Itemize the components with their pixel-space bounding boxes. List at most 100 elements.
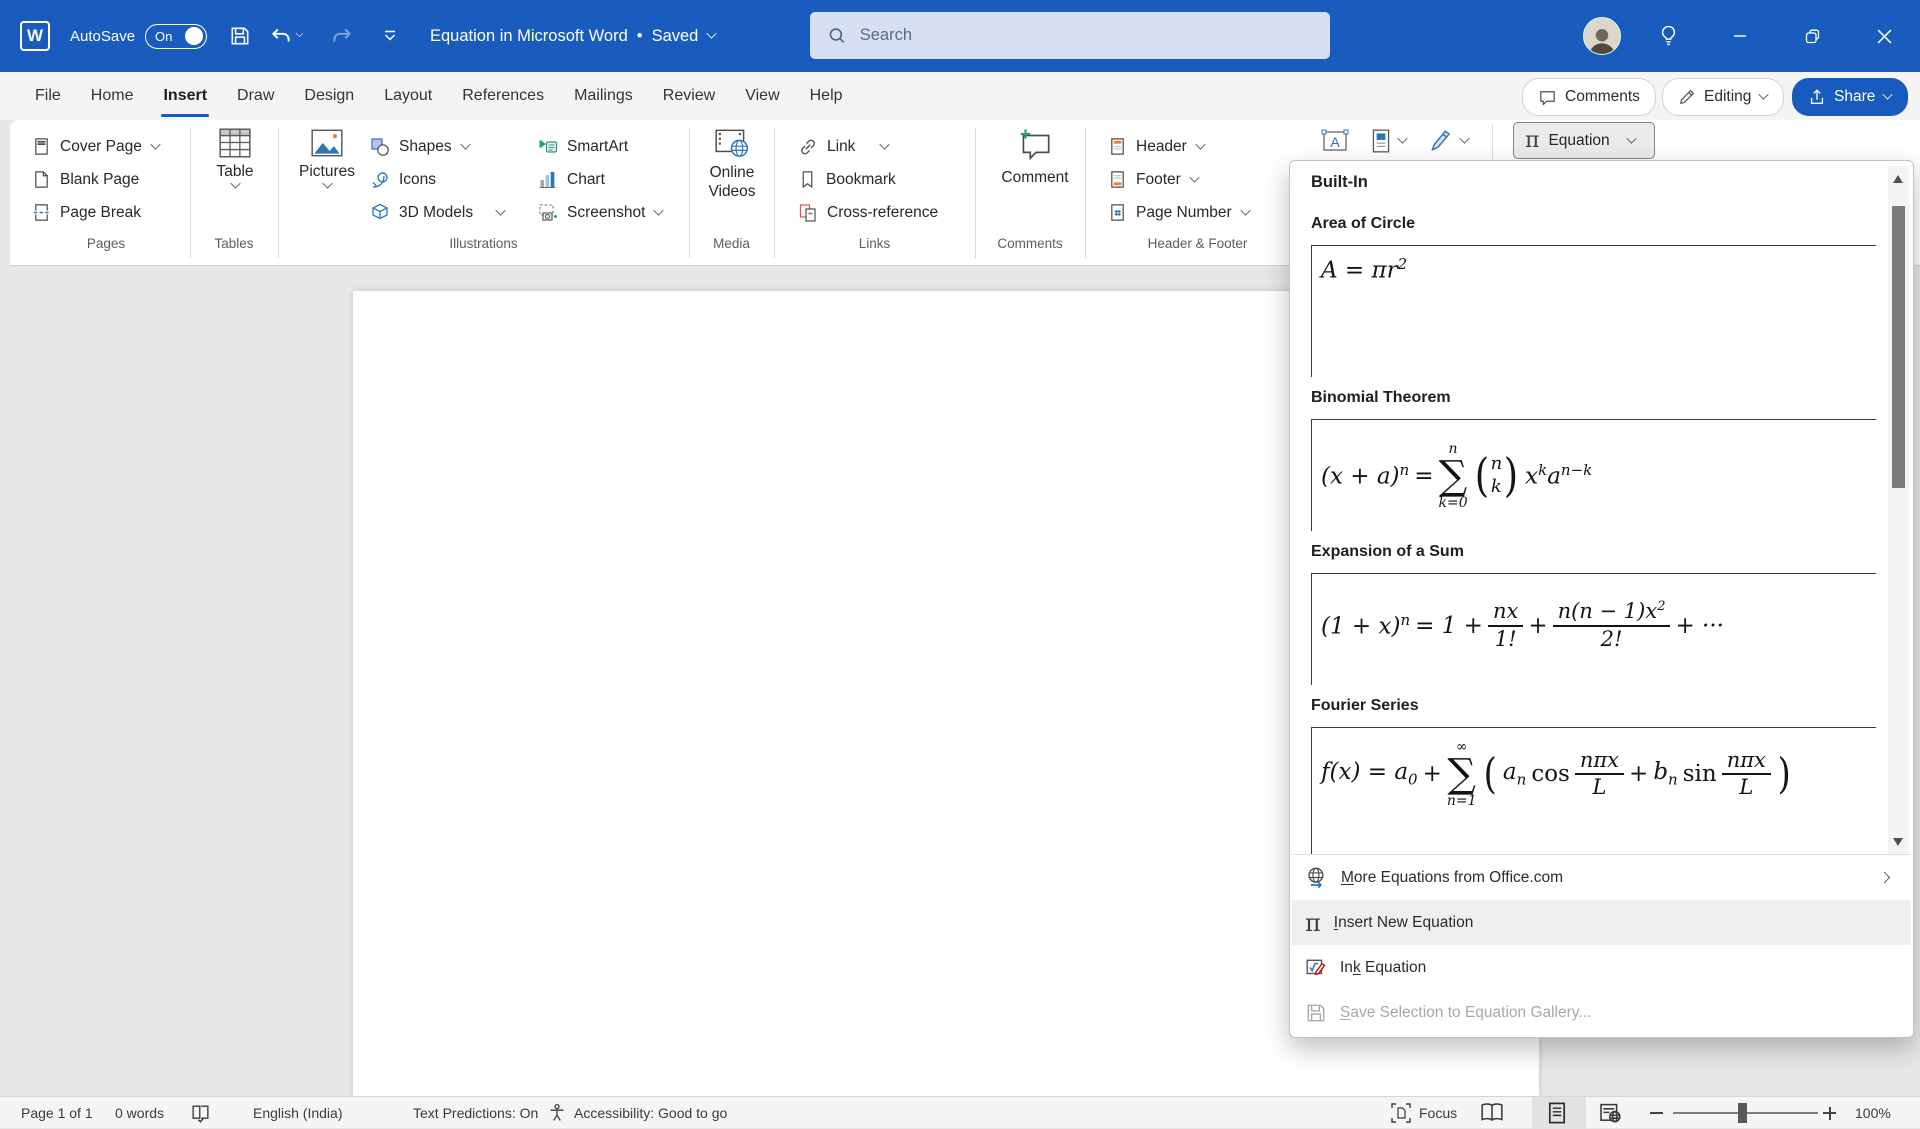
bookmark-button[interactable]: Bookmark	[798, 163, 896, 196]
group-label-tables: Tables	[190, 236, 278, 251]
redo-button	[322, 0, 362, 72]
screenshot-button[interactable]: Screenshot	[538, 196, 663, 229]
undo-button[interactable]	[262, 0, 310, 72]
text-predictions[interactable]: Text Predictions: On	[413, 1097, 538, 1129]
text-box-button[interactable]: A	[1316, 122, 1354, 159]
accessibility-status[interactable]: Accessibility: Good to go	[547, 1097, 727, 1129]
share-chevron-icon	[1883, 89, 1893, 99]
focus-icon	[1390, 1102, 1412, 1124]
proofing-button[interactable]	[190, 1097, 211, 1129]
customize-qat-button[interactable]	[372, 0, 408, 72]
zoom-slider-thumb[interactable]	[1738, 1103, 1747, 1123]
quick-parts-chevron-icon	[1397, 133, 1407, 143]
scroll-up-icon[interactable]	[1893, 175, 1903, 183]
share-button[interactable]: Share	[1792, 78, 1908, 116]
undo-dropdown-chevron-icon[interactable]	[295, 30, 302, 37]
autosave-toggle[interactable]: On	[145, 24, 207, 49]
tab-home[interactable]: Home	[76, 72, 149, 120]
chart-button[interactable]: Chart	[538, 163, 605, 196]
zoom-in-button[interactable]	[1823, 1097, 1836, 1129]
save-status: Saved	[652, 27, 699, 46]
3d-models-button[interactable]: 3D Models	[370, 196, 505, 229]
icons-icon	[370, 170, 390, 190]
gallery-item-fourier-series[interactable]: f(x) = a0 + ∞∑n=1 ( an cos nπxL + bn sin…	[1311, 727, 1876, 854]
menu-item-more-equations[interactable]: More Equations from Office.com	[1292, 855, 1911, 900]
wordart-button[interactable]	[1422, 122, 1474, 159]
tab-mailings[interactable]: Mailings	[559, 72, 648, 120]
menu-item-ink-equation[interactable]: Ink Equation	[1292, 945, 1911, 990]
scroll-down-icon[interactable]	[1893, 838, 1903, 846]
search-icon	[828, 26, 846, 45]
avatar[interactable]	[1583, 17, 1621, 55]
header-button[interactable]: Header	[1108, 130, 1205, 163]
chart-icon	[538, 170, 558, 190]
footer-button[interactable]: Footer	[1108, 163, 1199, 196]
web-layout-button[interactable]	[1598, 1097, 1622, 1129]
pi-icon: π	[1525, 130, 1539, 152]
undo-icon	[269, 24, 293, 48]
page-indicator[interactable]: Page 1 of 1	[21, 1097, 93, 1129]
blank-page-button[interactable]: Blank Page	[32, 163, 139, 196]
tab-view[interactable]: View	[730, 72, 794, 120]
gallery-scrollbar[interactable]	[1888, 166, 1909, 855]
online-videos-button[interactable]: Online Videos	[693, 126, 771, 202]
focus-button[interactable]: Focus	[1390, 1097, 1457, 1129]
pictures-button[interactable]: Pictures	[292, 126, 362, 188]
cover-page-button[interactable]: Cover Page	[32, 130, 160, 163]
equation-button[interactable]: π Equation	[1513, 122, 1655, 159]
page-break-button[interactable]: Page Break	[32, 196, 141, 229]
lightbulb-icon	[1658, 24, 1679, 48]
word-count[interactable]: 0 words	[115, 1097, 164, 1129]
tab-draw[interactable]: Draw	[222, 72, 289, 120]
gallery-item-binomial-theorem[interactable]: (x + a)n = n∑k=0 ( nk ) xkan−k	[1311, 419, 1876, 531]
tab-review[interactable]: Review	[648, 72, 730, 120]
shapes-button[interactable]: Shapes	[370, 130, 470, 163]
tab-references[interactable]: References	[447, 72, 559, 120]
print-layout-button[interactable]	[1546, 1097, 1568, 1129]
text-box-icon: A	[1320, 127, 1350, 155]
tab-insert[interactable]: Insert	[148, 72, 222, 120]
search-input[interactable]	[860, 26, 1312, 45]
table-button[interactable]: Table	[192, 126, 278, 188]
word-logo-icon[interactable]: W	[20, 21, 50, 51]
gallery-item-expansion-of-a-sum[interactable]: (1 + x)n = 1 + nx1! + n(n − 1)x22! + ···	[1311, 573, 1876, 685]
table-icon	[217, 126, 253, 160]
new-comment-icon	[1015, 126, 1055, 164]
minimize-button[interactable]	[1717, 0, 1763, 72]
menu-item-insert-new-equation[interactable]: π Insert New Equation	[1292, 900, 1911, 945]
page-number-button[interactable]: Page Number	[1108, 196, 1250, 229]
pi-icon: π	[1305, 911, 1321, 935]
quick-parts-button[interactable]	[1362, 122, 1414, 159]
comments-button[interactable]: Comments	[1522, 78, 1656, 116]
editing-button[interactable]: Editing	[1662, 78, 1784, 116]
language-indicator[interactable]: English (India)	[253, 1097, 343, 1129]
save-button[interactable]	[220, 0, 260, 72]
ink-equation-icon	[1305, 957, 1327, 979]
group-label-comments: Comments	[975, 236, 1085, 251]
zoom-out-button[interactable]	[1650, 1097, 1663, 1129]
link-button[interactable]: Link	[798, 130, 889, 163]
zoom-level[interactable]: 100%	[1855, 1097, 1891, 1129]
tab-layout[interactable]: Layout	[369, 72, 447, 120]
comment-button[interactable]: Comment	[985, 126, 1085, 187]
close-icon	[1877, 29, 1892, 44]
close-button[interactable]	[1861, 0, 1907, 72]
gallery-item-area-of-circle[interactable]: A = πr2	[1311, 245, 1876, 377]
tab-design[interactable]: Design	[289, 72, 369, 120]
read-mode-icon	[1480, 1102, 1504, 1124]
smartart-button[interactable]: SmartArt	[538, 130, 628, 163]
coming-soon-button[interactable]	[1645, 0, 1691, 72]
scrollbar-thumb[interactable]	[1892, 206, 1905, 488]
read-mode-button[interactable]	[1480, 1097, 1504, 1129]
gallery-item-title: Area of Circle	[1311, 215, 1887, 237]
title-bar: W AutoSave On Equation in Microsoft Word…	[0, 0, 1920, 72]
tab-help[interactable]: Help	[795, 72, 858, 120]
save-status-chevron-icon[interactable]	[707, 28, 717, 38]
shapes-icon	[370, 137, 390, 157]
cross-reference-button[interactable]: Cross-reference	[798, 196, 938, 229]
tab-file[interactable]: File	[20, 72, 76, 120]
search-bar[interactable]	[810, 12, 1330, 59]
minus-icon	[1650, 1112, 1663, 1114]
icons-button[interactable]: Icons	[370, 163, 436, 196]
restore-button[interactable]	[1789, 0, 1835, 72]
